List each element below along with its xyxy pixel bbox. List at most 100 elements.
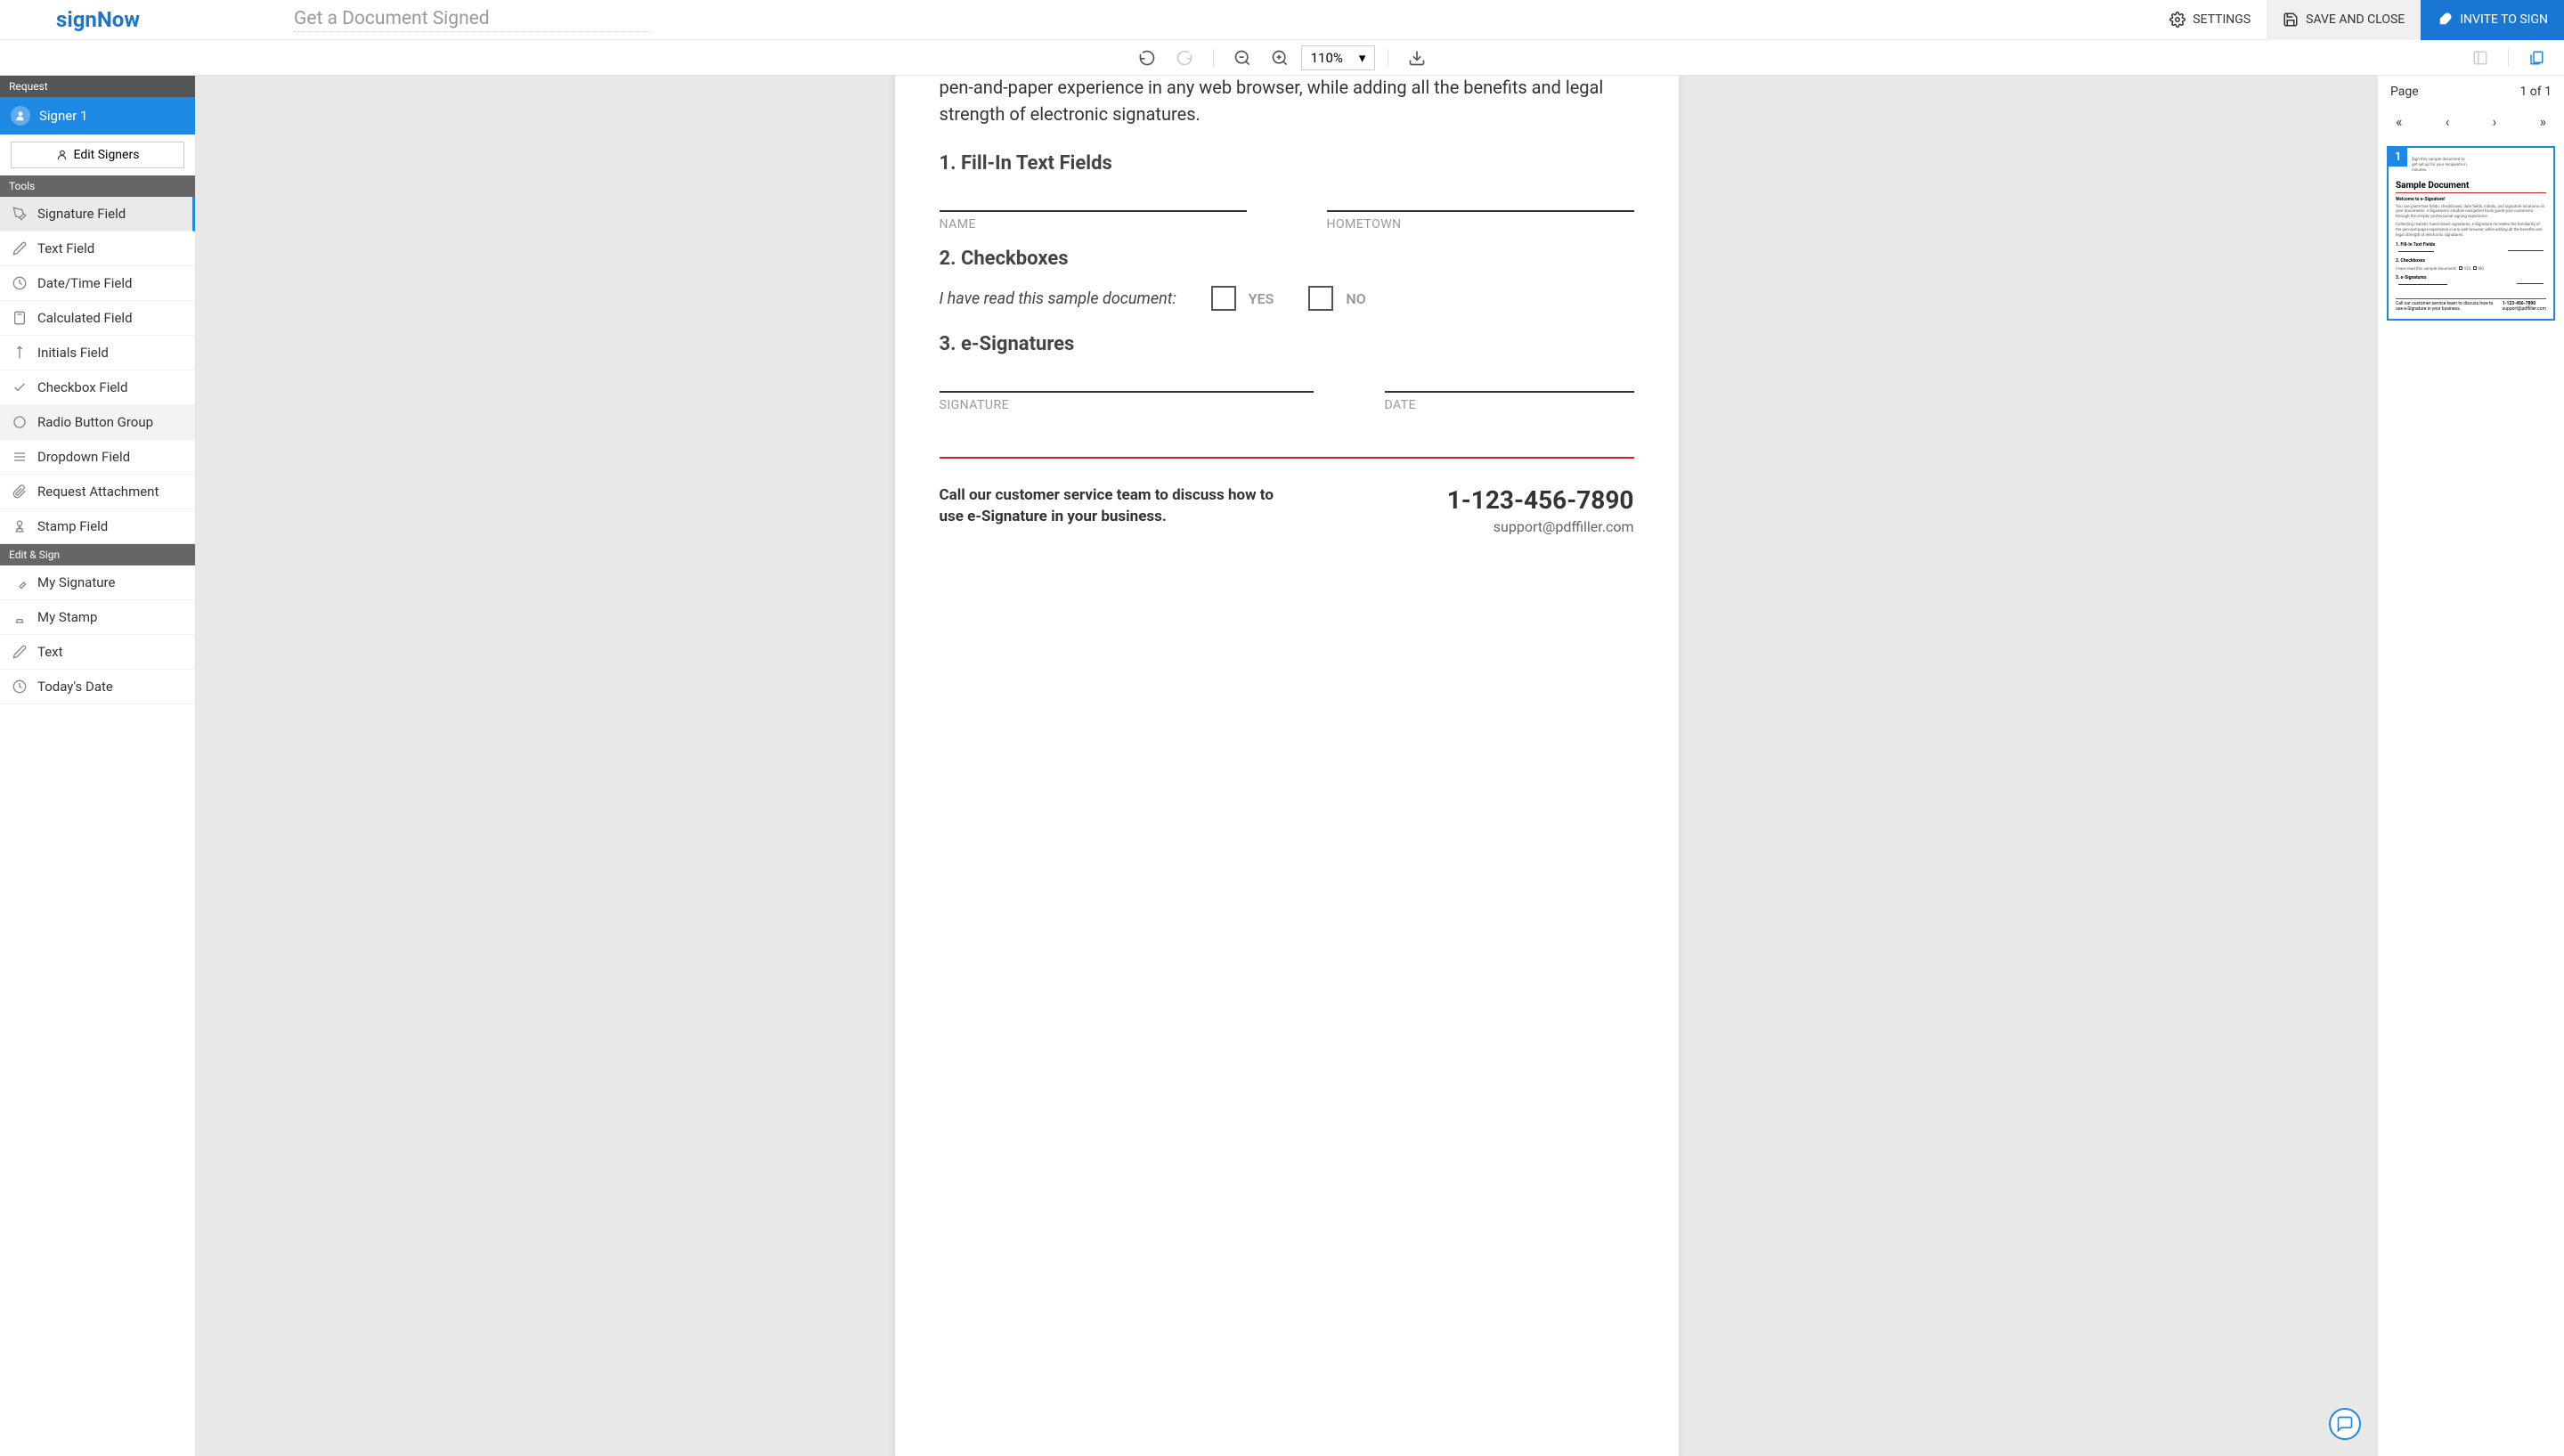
- tool-label: Initials Field: [37, 345, 109, 361]
- tool-date-time-field[interactable]: Date/Time Field: [0, 266, 195, 301]
- thumb-footer: Call our customer service team to discus…: [2396, 298, 2546, 312]
- tool-calculated-field[interactable]: Calculated Field: [0, 301, 195, 336]
- doc-heading: 3. e-Signatures: [940, 333, 1634, 355]
- zoom-out-button[interactable]: [1226, 44, 1258, 72]
- checkbox-question: I have read this sample document:: [940, 289, 1176, 308]
- tool-checkbox-field[interactable]: Checkbox Field: [0, 370, 195, 405]
- invite-to-sign-button[interactable]: INVITE TO SIGN: [2421, 0, 2564, 40]
- page-label: Page: [2390, 85, 2419, 99]
- doc-paragraph: Collecting realistic hand-drawn signatur…: [940, 76, 1634, 127]
- thumb-heading: 2. Checkboxes: [2396, 258, 2546, 264]
- page-count: 1 of 1: [2519, 85, 2552, 99]
- tool-signature-field[interactable]: Signature Field: [0, 197, 195, 232]
- tools-header: Tools: [0, 175, 195, 197]
- tool-dropdown-field[interactable]: Dropdown Field: [0, 440, 195, 475]
- signature-field-label: SIGNATURE: [940, 398, 1314, 412]
- radio-icon: [12, 415, 27, 429]
- checkbox-no: [1308, 286, 1333, 311]
- pages-panel-toggle[interactable]: [2521, 45, 2552, 71]
- tool-label: Today's Date: [37, 679, 113, 695]
- thumb-heading: 3. e-Signatures: [2396, 275, 2546, 281]
- save-and-close-button[interactable]: SAVE AND CLOSE: [2267, 0, 2421, 40]
- redo-button[interactable]: [1168, 44, 1201, 72]
- tool-label: Text Field: [37, 240, 94, 256]
- dropdown-icon: [12, 450, 27, 464]
- tool-my-signature[interactable]: My Signature: [0, 565, 195, 600]
- tool-radio-button-group[interactable]: Radio Button Group: [0, 405, 195, 440]
- name-field-label: NAME: [940, 217, 1247, 232]
- tool-label: My Stamp: [37, 609, 97, 625]
- layout-icon[interactable]: [2465, 45, 2495, 71]
- user-icon: [11, 106, 30, 126]
- stamp-icon: [12, 519, 27, 533]
- tool-label: Text: [37, 644, 63, 660]
- pen-icon: [12, 207, 27, 221]
- paperclip-icon: [12, 484, 27, 499]
- zoom-value: 110%: [1311, 50, 1343, 66]
- gear-icon: [2169, 12, 2186, 28]
- undo-button[interactable]: [1131, 44, 1163, 72]
- tool-label: Checkbox Field: [37, 379, 127, 395]
- thumb-fields: [2396, 249, 2546, 255]
- tool-label: Calculated Field: [37, 310, 133, 326]
- tool-label: Stamp Field: [37, 518, 108, 534]
- header: signNow Get a Document Signed SETTINGS S…: [0, 0, 2564, 40]
- tool-label: My Signature: [37, 574, 115, 590]
- tool-text-field[interactable]: Text Field: [0, 232, 195, 266]
- thumb-title: Sample Document: [2396, 181, 2546, 193]
- document-title-input[interactable]: Get a Document Signed: [294, 8, 650, 32]
- thumb-text: Sign this sample document toget set up f…: [2412, 158, 2546, 174]
- hometown-field-line: [1327, 191, 1634, 212]
- signer-item[interactable]: Signer 1: [0, 97, 195, 134]
- main: Request Signer 1 Edit Signers Tools Sign…: [0, 76, 2564, 1456]
- footer-text: Call our customer service team to discus…: [940, 485, 1278, 528]
- toolbar: 110% ▾: [0, 40, 2564, 76]
- download-button[interactable]: [1401, 44, 1433, 72]
- chevron-down-icon: ▾: [1359, 50, 1366, 66]
- invite-label: INVITE TO SIGN: [2460, 12, 2548, 27]
- name-field-line: [940, 191, 1247, 212]
- settings-button[interactable]: SETTINGS: [2153, 0, 2267, 40]
- edit-signers-button[interactable]: Edit Signers: [11, 142, 184, 168]
- pages-panel: Page 1 of 1 « ‹ › » 1 Sign this sample d…: [2377, 76, 2564, 1456]
- doc-heading: 1. Fill-In Text Fields: [940, 152, 1634, 175]
- footer-rule: [940, 457, 1634, 459]
- edit-sign-header: Edit & Sign: [0, 544, 195, 565]
- first-page-button[interactable]: «: [2392, 110, 2406, 134]
- next-page-button[interactable]: ›: [2489, 110, 2501, 134]
- tool-text[interactable]: Text: [0, 635, 195, 670]
- thumb-footer-phone: 1-123-456-7890support@pdffiller.com: [2503, 301, 2546, 312]
- checkbox-yes: [1211, 286, 1236, 311]
- settings-label: SETTINGS: [2193, 12, 2251, 27]
- zoom-select[interactable]: 110% ▾: [1301, 45, 1376, 70]
- date-field-label: DATE: [1385, 398, 1634, 412]
- tool-label: Radio Button Group: [37, 414, 153, 430]
- user-icon: [56, 149, 69, 161]
- tool-initials-field[interactable]: Initials Field: [0, 336, 195, 370]
- feather-icon: [2437, 12, 2453, 28]
- tool-request-attachment[interactable]: Request Attachment: [0, 475, 195, 509]
- text-icon: [12, 241, 27, 256]
- chat-fab[interactable]: [2329, 1408, 2361, 1440]
- zoom-in-button[interactable]: [1264, 44, 1296, 72]
- hometown-field-label: HOMETOWN: [1327, 217, 1634, 232]
- save-icon: [2283, 12, 2299, 28]
- page-thumbnail[interactable]: 1 Sign this sample document toget set up…: [2387, 146, 2555, 321]
- prev-page-button[interactable]: ‹: [2442, 110, 2454, 134]
- clock-icon: [12, 679, 27, 694]
- thumb-text: You can place text fields, checkboxes, d…: [2396, 205, 2546, 221]
- check-icon: [12, 380, 27, 395]
- signer-name: Signer 1: [39, 108, 87, 124]
- save-label: SAVE AND CLOSE: [2306, 12, 2405, 27]
- tool-my-stamp[interactable]: My Stamp: [0, 600, 195, 635]
- document-page[interactable]: simple, professional signing experience.…: [895, 76, 1679, 1456]
- tool-todays-date[interactable]: Today's Date: [0, 670, 195, 704]
- doc-heading: 2. Checkboxes: [940, 248, 1634, 270]
- clock-icon: [12, 276, 27, 290]
- tool-label: Signature Field: [37, 206, 126, 222]
- tool-label: Dropdown Field: [37, 449, 130, 465]
- thumb-heading: 1. Fill-In Text Fields: [2396, 242, 2546, 248]
- last-page-button[interactable]: »: [2536, 110, 2550, 134]
- tool-stamp-field[interactable]: Stamp Field: [0, 509, 195, 544]
- calculator-icon: [12, 311, 27, 325]
